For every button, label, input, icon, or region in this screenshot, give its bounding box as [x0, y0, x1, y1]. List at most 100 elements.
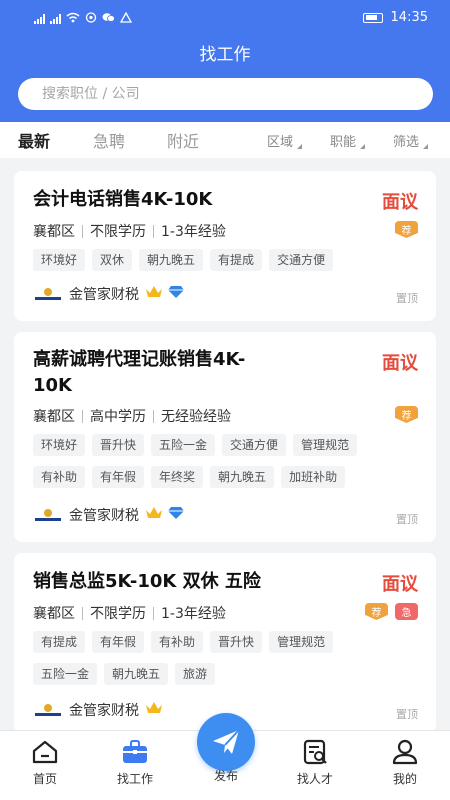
- crown-icon: [145, 506, 163, 524]
- signal-icon: [34, 14, 45, 24]
- job-card[interactable]: 会计电话销售4K-10K 面议 襄都区 不限学历 1-3年经验 荐 环境好 双休…: [14, 171, 436, 321]
- job-tag: 有补助: [33, 466, 86, 488]
- page-title: 找工作: [199, 45, 251, 65]
- tab-latest[interactable]: 最新: [18, 128, 50, 152]
- dropdown-triangle-icon: [297, 144, 303, 149]
- job-district: 襄都区: [33, 409, 75, 425]
- pinned-label: 置顶: [396, 292, 418, 305]
- company-name: 金管家财税: [69, 703, 139, 719]
- job-tag: 五险一金: [33, 663, 98, 685]
- job-experience: 1-3年经验: [161, 606, 226, 622]
- dropdown-triangle-icon: [423, 144, 429, 149]
- company-name: 金管家财税: [69, 287, 139, 303]
- nav-find-talent[interactable]: 找人才: [280, 739, 350, 787]
- tab-bar: 最新 急聘 附近 区域 职能 筛选: [0, 122, 450, 158]
- company-row[interactable]: 金管家财税: [33, 284, 185, 304]
- job-tag: 有年假: [92, 466, 145, 488]
- job-badges: 荐: [395, 406, 418, 423]
- job-meta: 襄都区 不限学历 1-3年经验: [33, 221, 226, 241]
- job-badges: 荐 急: [365, 603, 418, 620]
- job-tags: 环境好 晋升快 五险一金 交通方便 管理规范 有补助 有年假 年终奖 朝九晚五 …: [33, 434, 393, 488]
- job-meta: 襄都区 高中学历 无经验经验: [33, 406, 231, 426]
- job-tag: 朝九晚五: [139, 249, 204, 271]
- job-tag: 环境好: [33, 434, 86, 456]
- job-tag: 有年假: [92, 631, 145, 653]
- job-tag: 有提成: [33, 631, 86, 653]
- job-tag: 交通方便: [269, 249, 334, 271]
- company-row[interactable]: 金管家财税: [33, 700, 163, 720]
- divider: [153, 224, 154, 238]
- job-title-line-1: 高薪诚聘代理记账销售4K-: [33, 349, 246, 370]
- job-title-line-2: 10K: [33, 375, 72, 396]
- job-district: 襄都区: [33, 224, 75, 240]
- home-icon: [32, 740, 58, 764]
- nav-mine-label: 我的: [392, 772, 417, 786]
- job-tag: 加班补助: [281, 466, 346, 488]
- job-title: 销售总监5K-10K 双休 五险: [33, 571, 261, 592]
- divider: [82, 606, 83, 620]
- divider: [153, 409, 154, 423]
- job-tags: 环境好 双休 朝九晚五 有提成 交通方便: [33, 249, 393, 271]
- status-bar: 14:35: [0, 10, 450, 28]
- chat-icon: [102, 12, 115, 26]
- publish-button[interactable]: [197, 713, 255, 771]
- user-icon: [392, 739, 418, 765]
- company-row[interactable]: 金管家财税: [33, 505, 185, 525]
- filter-more[interactable]: 筛选: [393, 131, 429, 150]
- job-card[interactable]: 销售总监5K-10K 双休 五险 面议 襄都区 不限学历 1-3年经验 荐 急 …: [14, 553, 436, 733]
- job-tag: 管理规范: [269, 631, 334, 653]
- job-experience: 1-3年经验: [161, 224, 226, 240]
- job-tag: 晋升快: [210, 631, 263, 653]
- battery-icon: [362, 12, 383, 23]
- company-logo: [33, 702, 63, 718]
- crown-icon: [145, 701, 163, 719]
- job-title: 高薪诚聘代理记账销售4K- 10K: [33, 347, 245, 399]
- bottom-nav: 首页 找工作 发布 找人才 我的: [0, 713, 450, 800]
- pinned-label: 置顶: [396, 513, 418, 526]
- job-card[interactable]: 高薪诚聘代理记账销售4K- 10K 面议 襄都区 高中学历 无经验经验 荐 环境…: [14, 332, 436, 542]
- job-salary: 面议: [382, 192, 418, 213]
- search-bar[interactable]: [18, 78, 433, 110]
- job-tag: 朝九晚五: [104, 663, 169, 685]
- search-input[interactable]: [42, 86, 402, 102]
- job-badges: 荐: [395, 221, 418, 238]
- divider: [82, 409, 83, 423]
- nav-find-talent-label: 找人才: [296, 772, 333, 786]
- job-tags: 有提成 有年假 有补助 晋升快 管理规范 五险一金 朝九晚五 旅游: [33, 631, 393, 685]
- recommended-badge: 荐: [395, 406, 418, 423]
- nav-home[interactable]: 首页: [10, 739, 80, 787]
- briefcase-icon: [123, 740, 147, 763]
- recommended-badge: 荐: [365, 603, 388, 620]
- recommended-badge: 荐: [395, 221, 418, 238]
- nav-find-job[interactable]: 找工作: [100, 739, 170, 787]
- company-name: 金管家财税: [69, 508, 139, 524]
- signal-icon-2: [50, 14, 61, 24]
- wifi-icon: [66, 12, 80, 26]
- job-tag: 交通方便: [222, 434, 287, 456]
- job-education: 不限学历: [90, 606, 146, 622]
- filter-function[interactable]: 职能: [330, 131, 366, 150]
- tab-urgent[interactable]: 急聘: [93, 128, 125, 152]
- job-title: 会计电话销售4K-10K: [33, 189, 213, 210]
- job-tag: 有提成: [210, 249, 263, 271]
- job-tag: 五险一金: [151, 434, 216, 456]
- job-meta: 襄都区 不限学历 1-3年经验: [33, 603, 226, 623]
- filter-function-label: 职能: [330, 135, 357, 150]
- job-experience: 无经验经验: [161, 409, 231, 425]
- pinned-label: 置顶: [396, 708, 418, 721]
- nav-find-job-label: 找工作: [116, 772, 153, 786]
- job-tag: 旅游: [175, 663, 216, 685]
- job-tag: 晋升快: [92, 434, 145, 456]
- filter-area-label: 区域: [267, 135, 294, 150]
- nav-publish-label[interactable]: 发布: [196, 767, 256, 784]
- nav-mine[interactable]: 我的: [370, 739, 440, 787]
- urgent-badge: 急: [395, 603, 418, 620]
- job-tag: 朝九晚五: [210, 466, 275, 488]
- job-district: 襄都区: [33, 606, 75, 622]
- diamond-icon: [167, 285, 185, 303]
- filter-area[interactable]: 区域: [267, 131, 303, 150]
- divider: [82, 224, 83, 238]
- dropdown-triangle-icon: [360, 144, 366, 149]
- tab-nearby[interactable]: 附近: [167, 128, 199, 152]
- app-header: 14:35 找工作: [0, 0, 450, 122]
